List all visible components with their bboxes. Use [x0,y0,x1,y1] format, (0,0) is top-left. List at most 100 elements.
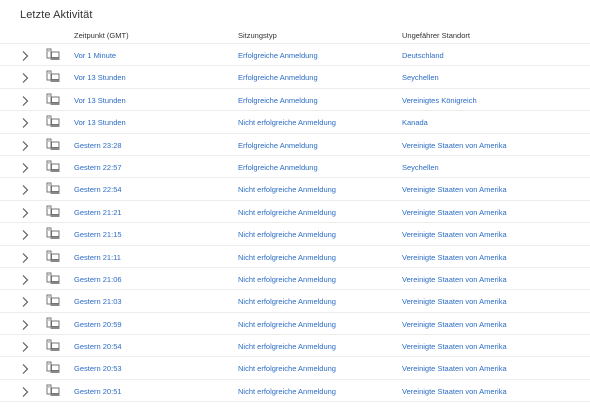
row-location-link[interactable]: Vereinigtes Königreich [402,96,477,105]
row-time-link[interactable]: Vor 13 Stunden [74,73,126,82]
computer-icon [46,384,60,397]
row-time-link[interactable]: Gestern 21:06 [74,275,122,284]
table-row[interactable]: Gestern 21:21 Nicht erfolgreiche Anmeldu… [0,201,590,224]
row-location-link[interactable]: Seychellen [402,163,439,172]
row-time-link[interactable]: Gestern 22:57 [74,163,122,172]
computer-icon [46,205,60,218]
row-session-type-link[interactable]: Erfolgreiche Anmeldung [238,73,318,82]
row-time-link[interactable]: Gestern 21:21 [74,208,122,217]
table-row[interactable]: Gestern 23:28 Erfolgreiche Anmeldung Ver… [0,134,590,156]
table-row[interactable]: Gestern 20:51 Nicht erfolgreiche Anmeldu… [0,380,590,403]
computer-icon [46,93,60,106]
table-row[interactable]: Gestern 22:57 Erfolgreiche Anmeldung Sey… [0,156,590,179]
row-session-type-link[interactable]: Nicht erfolgreiche Anmeldung [238,320,336,329]
row-location-link[interactable]: Deutschland [402,51,444,60]
chevron-right-icon[interactable] [20,295,30,308]
row-time-link[interactable]: Gestern 20:53 [74,364,122,373]
computer-icon [46,160,60,173]
chevron-right-icon[interactable] [20,318,30,330]
chevron-right-icon[interactable] [20,71,30,84]
row-time-link[interactable]: Vor 1 Minute [74,51,116,60]
row-session-type-link[interactable]: Nicht erfolgreiche Anmeldung [238,297,336,306]
row-session-type-link[interactable]: Nicht erfolgreiche Anmeldung [238,275,336,284]
row-time-link[interactable]: Vor 13 Stunden [74,118,126,127]
chevron-right-icon[interactable] [20,228,30,241]
row-session-type-link[interactable]: Nicht erfolgreiche Anmeldung [238,208,336,217]
row-session-type-link[interactable]: Erfolgreiche Anmeldung [238,51,318,60]
table-row[interactable]: Gestern 20:53 Nicht erfolgreiche Anmeldu… [0,357,590,380]
row-session-type-link[interactable]: Erfolgreiche Anmeldung [238,163,318,172]
row-location-link[interactable]: Vereinigte Staaten von Amerika [402,208,507,217]
computer-icon [46,317,60,330]
chevron-right-icon[interactable] [20,362,30,375]
row-location-link[interactable]: Vereinigte Staaten von Amerika [402,230,507,239]
row-location-link[interactable]: Vereinigte Staaten von Amerika [402,387,507,396]
chevron-right-icon[interactable] [20,251,30,263]
row-session-type-link[interactable]: Nicht erfolgreiche Anmeldung [238,342,336,351]
table-row[interactable]: Gestern 21:15 Nicht erfolgreiche Anmeldu… [0,223,590,246]
chevron-right-icon[interactable] [20,116,30,129]
table-row[interactable]: Gestern 21:11 Nicht erfolgreiche Anmeldu… [0,246,590,268]
row-location-link[interactable]: Vereinigte Staaten von Amerika [402,297,507,306]
computer-icon [46,48,60,61]
row-time-link[interactable]: Gestern 23:28 [74,141,122,150]
row-location-link[interactable]: Vereinigte Staaten von Amerika [402,185,507,194]
table-row[interactable]: Vor 1 Minute Erfolgreiche Anmeldung Deut… [0,44,590,67]
chevron-right-icon[interactable] [20,273,30,285]
row-location-link[interactable]: Vereinigte Staaten von Amerika [402,342,507,351]
chevron-right-icon[interactable] [20,94,30,106]
row-time-link[interactable]: Vor 13 Stunden [74,96,126,105]
chevron-right-icon[interactable] [20,161,30,173]
row-time-link[interactable]: Gestern 22:54 [74,185,122,194]
row-time-link[interactable]: Gestern 21:03 [74,297,122,306]
row-time-link[interactable]: Gestern 20:54 [74,342,122,351]
table-row[interactable]: Gestern 20:59 Nicht erfolgreiche Anmeldu… [0,313,590,336]
row-session-type-link[interactable]: Nicht erfolgreiche Anmeldung [238,387,336,396]
table-row[interactable]: Gestern 21:06 Nicht erfolgreiche Anmeldu… [0,268,590,291]
chevron-right-icon[interactable] [20,139,30,151]
row-location-link[interactable]: Vereinigte Staaten von Amerika [402,253,507,262]
table-row[interactable]: Gestern 21:03 Nicht erfolgreiche Anmeldu… [0,290,590,313]
chevron-right-icon[interactable] [20,385,30,397]
computer-icon [46,294,60,307]
row-session-type-link[interactable]: Erfolgreiche Anmeldung [238,96,318,105]
table-header: Zeitpunkt (GMT) Sitzungstyp Ungefährer S… [0,25,590,44]
table-body: Vor 1 Minute Erfolgreiche Anmeldung Deut… [0,44,590,403]
row-location-link[interactable]: Vereinigte Staaten von Amerika [402,364,507,373]
row-session-type-link[interactable]: Nicht erfolgreiche Anmeldung [238,185,336,194]
row-session-type-link[interactable]: Erfolgreiche Anmeldung [238,141,318,150]
column-header-location: Ungefährer Standort [402,31,470,40]
row-time-link[interactable]: Gestern 21:15 [74,230,122,239]
row-session-type-link[interactable]: Nicht erfolgreiche Anmeldung [238,118,336,127]
table-row[interactable]: Gestern 20:54 Nicht erfolgreiche Anmeldu… [0,335,590,358]
chevron-right-icon[interactable] [20,206,30,218]
computer-icon [46,182,60,195]
chevron-right-icon[interactable] [20,340,30,352]
row-session-type-link[interactable]: Nicht erfolgreiche Anmeldung [238,230,336,239]
computer-icon [46,70,60,83]
column-header-session-type: Sitzungstyp [238,31,277,40]
table-row[interactable]: Vor 13 Stunden Erfolgreiche Anmeldung Ve… [0,89,590,112]
row-session-type-link[interactable]: Nicht erfolgreiche Anmeldung [238,253,336,262]
row-location-link[interactable]: Seychellen [402,73,439,82]
row-location-link[interactable]: Vereinigte Staaten von Amerika [402,320,507,329]
row-location-link[interactable]: Vereinigte Staaten von Amerika [402,141,507,150]
computer-icon [46,138,60,151]
table-row[interactable]: Vor 13 Stunden Erfolgreiche Anmeldung Se… [0,66,590,89]
table-row[interactable]: Vor 13 Stunden Nicht erfolgreiche Anmeld… [0,111,590,134]
row-location-link[interactable]: Kanada [402,118,428,127]
computer-icon [46,361,60,374]
computer-icon [46,272,60,285]
row-session-type-link[interactable]: Nicht erfolgreiche Anmeldung [238,364,336,373]
row-location-link[interactable]: Vereinigte Staaten von Amerika [402,275,507,284]
column-header-time: Zeitpunkt (GMT) [74,31,129,40]
chevron-right-icon[interactable] [20,49,30,61]
computer-icon [46,250,60,263]
row-time-link[interactable]: Gestern 20:59 [74,320,122,329]
row-time-link[interactable]: Gestern 20:51 [74,387,122,396]
table-row[interactable]: Gestern 22:54 Nicht erfolgreiche Anmeldu… [0,178,590,201]
row-time-link[interactable]: Gestern 21:11 [74,253,121,262]
chevron-right-icon[interactable] [20,183,30,196]
activity-table: Zeitpunkt (GMT) Sitzungstyp Ungefährer S… [0,25,590,403]
section-title: Letzte Aktivität [20,9,93,21]
